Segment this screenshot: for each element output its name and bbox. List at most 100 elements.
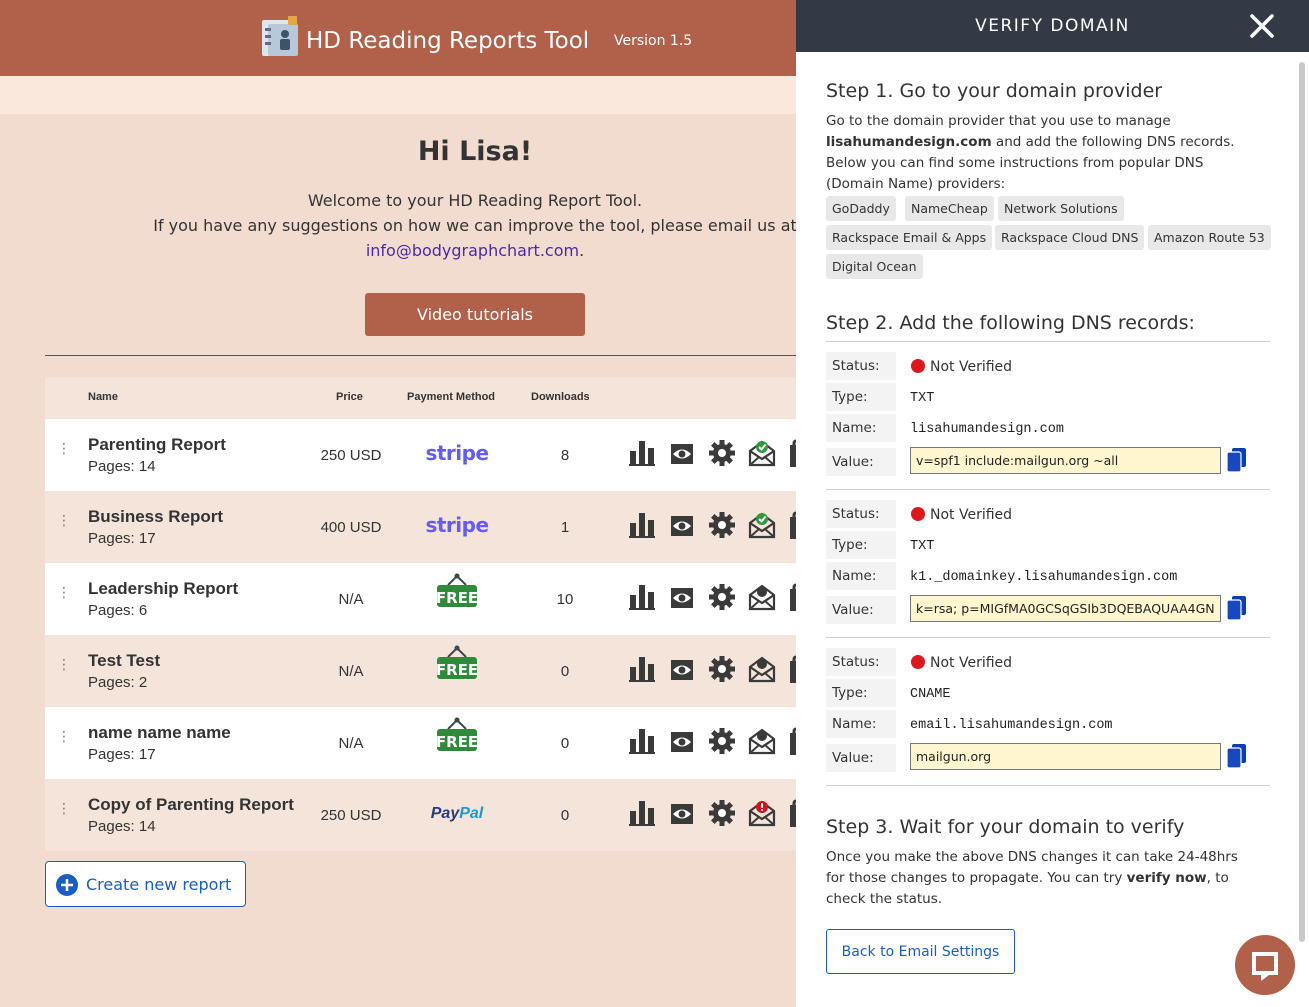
table-row: ⋮ Leadership Report Pages: 6 N/A FREE 10 (45, 563, 796, 635)
preview-eye-icon[interactable] (668, 511, 696, 539)
record-status: Not Verified (930, 655, 1013, 671)
drag-handle-icon[interactable]: ⋮ (57, 729, 71, 743)
stats-chart-icon[interactable] (628, 799, 656, 827)
email-delivery-icon[interactable] (748, 439, 776, 467)
report-name[interactable]: Copy of Parenting Report (88, 795, 294, 815)
verify-now-link[interactable]: verify now (1127, 870, 1207, 886)
record-status-label: Status: (826, 500, 896, 528)
duplicate-icon[interactable] (788, 583, 796, 611)
duplicate-icon[interactable] (788, 511, 796, 539)
step1-line4: (Domain Name) providers: (826, 176, 1006, 192)
step1-line3: Below you can find some instructions fro… (826, 155, 1204, 171)
report-pages: Pages: 14 (88, 458, 156, 475)
copy-value-button[interactable] (1225, 595, 1247, 621)
provider-link[interactable]: NameCheap (905, 196, 994, 221)
record-value-input[interactable] (910, 595, 1221, 622)
settings-gear-icon[interactable] (708, 583, 736, 611)
email-delivery-icon[interactable] (748, 511, 776, 539)
stats-chart-icon[interactable] (628, 583, 656, 611)
stats-chart-icon[interactable] (628, 511, 656, 539)
provider-link[interactable]: Rackspace Cloud DNS (995, 225, 1145, 250)
provider-link[interactable]: Digital Ocean (826, 254, 923, 279)
duplicate-icon[interactable] (788, 655, 796, 683)
provider-link[interactable]: Rackspace Email & Apps (826, 225, 993, 250)
duplicate-icon[interactable] (788, 727, 796, 755)
settings-gear-icon[interactable] (708, 727, 736, 755)
record-name-label: Name: (826, 710, 896, 738)
settings-gear-icon[interactable] (708, 439, 736, 467)
free-label: FREE (436, 661, 478, 679)
column-price: Price (336, 391, 363, 403)
report-downloads: 0 (560, 663, 570, 680)
stats-chart-icon[interactable] (628, 727, 656, 755)
email-delivery-icon[interactable] (748, 655, 776, 683)
record-status: Not Verified (930, 359, 1013, 375)
table-row: ⋮ Test Test Pages: 2 N/A FREE 0 (45, 635, 796, 707)
close-panel-button[interactable] (1248, 12, 1276, 40)
report-name[interactable]: Leadership Report (88, 579, 238, 599)
payment-method: PayPal (407, 795, 507, 835)
report-price: 400 USD (320, 519, 382, 536)
provider-link[interactable]: GoDaddy (826, 196, 896, 221)
report-pages: Pages: 17 (88, 746, 156, 763)
preview-eye-icon[interactable] (668, 583, 696, 611)
step3-line2-end: , to (1206, 870, 1229, 886)
contact-email-link[interactable]: info@bodygraphchart.com (366, 241, 579, 260)
settings-gear-icon[interactable] (708, 799, 736, 827)
report-price: 250 USD (320, 807, 382, 824)
copy-value-button[interactable] (1225, 447, 1247, 473)
record-value-input[interactable] (910, 447, 1221, 474)
report-pages: Pages: 6 (88, 602, 148, 619)
column-payment: Payment Method (407, 391, 496, 403)
provider-link[interactable]: Network Solutions (998, 196, 1124, 221)
duplicate-icon[interactable] (788, 439, 796, 467)
stats-chart-icon[interactable] (628, 439, 656, 467)
verify-domain-panel: VERIFY DOMAIN Step 1. Go to your domain … (796, 0, 1309, 1007)
record-type: TXT (910, 539, 935, 554)
preview-eye-icon[interactable] (668, 727, 696, 755)
record-value-label: Value: (826, 744, 896, 772)
chat-icon (1252, 952, 1278, 981)
step3-line1: Once you make the above DNS changes it c… (826, 849, 1238, 865)
drag-handle-icon[interactable]: ⋮ (57, 657, 71, 671)
copy-value-button[interactable] (1225, 743, 1247, 769)
step3-line2: for those changes to propagate. You can … (826, 868, 1246, 889)
record-value-input[interactable] (910, 743, 1221, 770)
record-status: Not Verified (930, 507, 1013, 523)
back-to-email-settings-button[interactable]: Back to Email Settings (826, 929, 1015, 974)
email-delivery-icon[interactable] (748, 727, 776, 755)
chat-widget-button[interactable] (1235, 935, 1295, 995)
preview-eye-icon[interactable] (668, 655, 696, 683)
email-delivery-icon[interactable] (748, 583, 776, 611)
payment-method: FREE (407, 573, 507, 619)
free-sign-icon: FREE (436, 645, 478, 679)
settings-gear-icon[interactable] (708, 511, 736, 539)
panel-scrollbar[interactable] (1299, 62, 1305, 942)
settings-gear-icon[interactable] (708, 655, 736, 683)
stats-chart-icon[interactable] (628, 655, 656, 683)
drag-handle-icon[interactable]: ⋮ (57, 513, 71, 527)
drag-handle-icon[interactable]: ⋮ (57, 441, 71, 455)
column-downloads: Downloads (531, 391, 590, 403)
report-downloads: 8 (560, 447, 570, 464)
email-delivery-icon[interactable] (748, 799, 776, 827)
preview-eye-icon[interactable] (668, 439, 696, 467)
record-value-label: Value: (826, 448, 896, 476)
report-name[interactable]: Parenting Report (88, 435, 226, 455)
video-tutorials-button[interactable]: Video tutorials (365, 293, 585, 336)
drag-handle-icon[interactable]: ⋮ (57, 801, 71, 815)
create-new-report-button[interactable]: Create new report (45, 861, 246, 907)
drag-handle-icon[interactable]: ⋮ (57, 585, 71, 599)
report-name[interactable]: name name name (88, 723, 231, 743)
report-name[interactable]: Test Test (88, 651, 160, 671)
step1-heading: Step 1. Go to your domain provider (826, 80, 1163, 102)
record-type-label: Type: (826, 679, 896, 707)
report-price: 250 USD (320, 447, 382, 464)
preview-eye-icon[interactable] (668, 799, 696, 827)
provider-link[interactable]: Amazon Route 53 (1148, 225, 1271, 250)
payment-method: stripe (407, 435, 507, 475)
report-pages: Pages: 17 (88, 530, 156, 547)
duplicate-icon[interactable] (788, 799, 796, 827)
report-name[interactable]: Business Report (88, 507, 223, 527)
paypal-logo-pal: Pal (459, 805, 484, 822)
